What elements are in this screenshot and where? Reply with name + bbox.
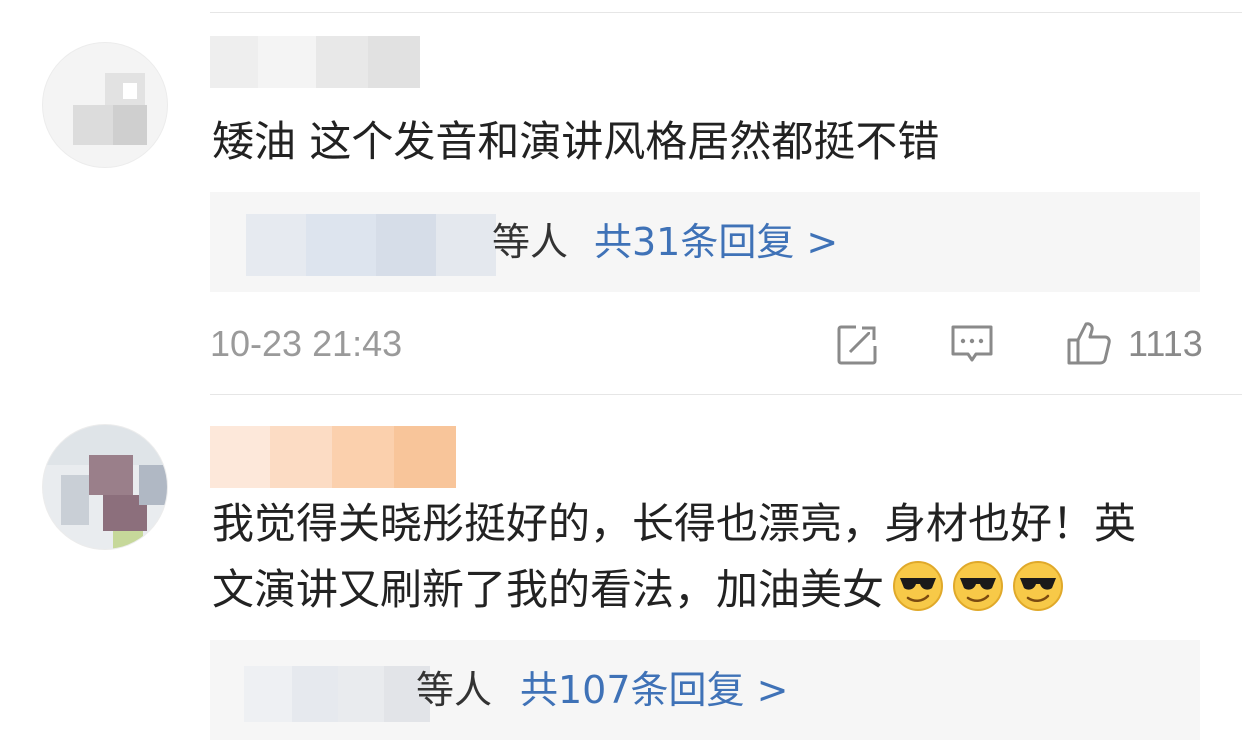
divider [210,12,1242,13]
comment-text-line-2: 文演讲又刷新了我的看法，加油美女 [212,560,1064,620]
view-replies-link[interactable]: 共107条回复 > [520,640,788,740]
thumbs-up-icon[interactable] [1066,320,1112,366]
reply-usernames-blurred [246,214,506,276]
reply-suffix: 等人 [492,220,569,264]
reply-preview[interactable]: 等人 共31条回复 > [210,192,1200,292]
cool-sunglasses-emoji-icon [1013,561,1064,611]
comment-icon[interactable] [950,322,994,366]
reply-preview[interactable]: 等人 共107条回复 > [210,640,1200,740]
like-count: 1113 [1128,323,1203,364]
comment-text-line-2-text: 文演讲又刷新了我的看法，加油美女 [212,565,885,614]
reply-suffix: 等人 [416,668,493,712]
avatar[interactable] [42,424,168,550]
cool-sunglasses-emoji-icon [893,561,944,611]
comment-timestamp: 10-23 21:43 [210,323,403,364]
username-blurred[interactable] [210,36,420,88]
comment-list: 矮油 这个发音和演讲风格居然都挺不错 等人 共31条回复 > 10-23 21:… [0,0,1242,740]
view-replies-link[interactable]: 共31条回复 > [594,192,838,292]
share-icon[interactable] [836,322,880,366]
reply-usernames-blurred [244,666,430,722]
comment-text-line-1: 我觉得关晓彤挺好的，长得也漂亮，身材也好！英 [212,499,1137,548]
avatar[interactable] [42,42,168,168]
comment-text: 矮油 这个发音和演讲风格居然都挺不错 [212,117,940,166]
divider [210,394,1242,395]
cool-sunglasses-emoji-icon [953,561,1004,611]
username-blurred[interactable] [210,426,456,488]
